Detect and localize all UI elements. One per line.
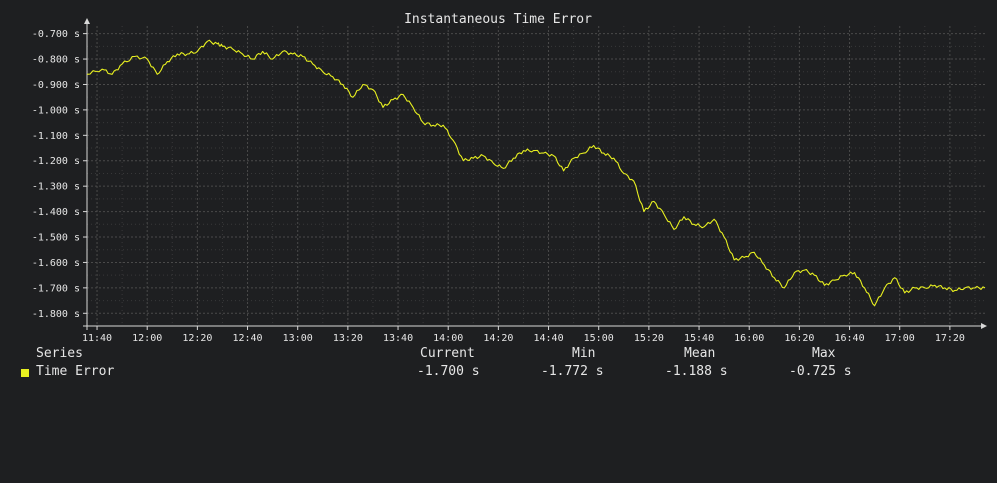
y-tick-label: -1.500 s: [32, 233, 80, 244]
x-tick-label: 14:20: [483, 333, 513, 344]
series-line-time-error: [86, 39, 986, 307]
y-tick-label: -1.000 s: [32, 105, 80, 116]
legend-series-name: Time Error: [36, 364, 115, 379]
y-tick-label: -1.300 s: [32, 182, 80, 193]
x-tick-label: 16:00: [734, 333, 764, 344]
x-tick-label: 15:00: [584, 333, 614, 344]
x-tick-label: 17:00: [885, 333, 915, 344]
series-color-swatch: [21, 369, 29, 377]
legend-header-current: Current: [420, 346, 475, 361]
y-tick-label: -1.100 s: [32, 131, 80, 142]
series-layer: [86, 39, 986, 307]
time-error-chart: -0.700 s -0.800 s -0.900 s -1.000 s -1.100 s…: [32, 12, 987, 344]
y-tick-label: -1.400 s: [32, 207, 80, 218]
x-tick-label: 16:40: [834, 333, 864, 344]
y-tick-label: -0.900 s: [32, 80, 80, 91]
x-tick-label: 13:20: [333, 333, 363, 344]
y-tick-label: -0.800 s: [32, 55, 80, 66]
axes: [83, 18, 987, 330]
legend-header-max: Max: [812, 346, 836, 361]
legend-min-value: -1.772 s: [541, 364, 604, 379]
x-tick-label: 15:40: [684, 333, 714, 344]
y-tick-label: -1.700 s: [32, 283, 80, 294]
y-tick-label: -1.200 s: [32, 156, 80, 167]
x-tick-label: 16:20: [784, 333, 814, 344]
legend-header-mean: Mean: [684, 346, 716, 361]
x-tick-label: 11:40: [82, 333, 112, 344]
legend-table: Series Current Min Mean Max Time Error -…: [0, 346, 997, 382]
y-tick-label: -0.700 s: [32, 29, 80, 40]
legend-header-series: Series: [36, 346, 83, 361]
x-tick-label: 17:20: [935, 333, 965, 344]
legend-row[interactable]: Time Error -1.700 s -1.772 s -1.188 s -0…: [0, 364, 997, 382]
x-axis-arrow: [981, 323, 987, 329]
x-tick-label: 12:40: [232, 333, 262, 344]
x-tick-label: 15:20: [634, 333, 664, 344]
x-tick-label: 12:20: [182, 333, 212, 344]
x-tick-label: 14:00: [433, 333, 463, 344]
y-axis-arrow: [84, 18, 90, 24]
x-tick-label: 13:40: [383, 333, 413, 344]
legend-header: Series Current Min Mean Max: [0, 346, 997, 364]
legend-current-value: -1.700 s: [417, 364, 480, 379]
grid: [87, 26, 985, 327]
legend-header-min: Min: [572, 346, 596, 361]
legend-mean-value: -1.188 s: [665, 364, 728, 379]
legend-max-value: -0.725 s: [789, 364, 852, 379]
chart-title: Instantaneous Time Error: [404, 12, 592, 27]
y-tick-label: -1.600 s: [32, 258, 80, 269]
x-tick-label: 14:40: [533, 333, 563, 344]
x-tick-label: 12:00: [132, 333, 162, 344]
y-tick-label: -1.800 s: [32, 309, 80, 320]
x-tick-label: 13:00: [283, 333, 313, 344]
